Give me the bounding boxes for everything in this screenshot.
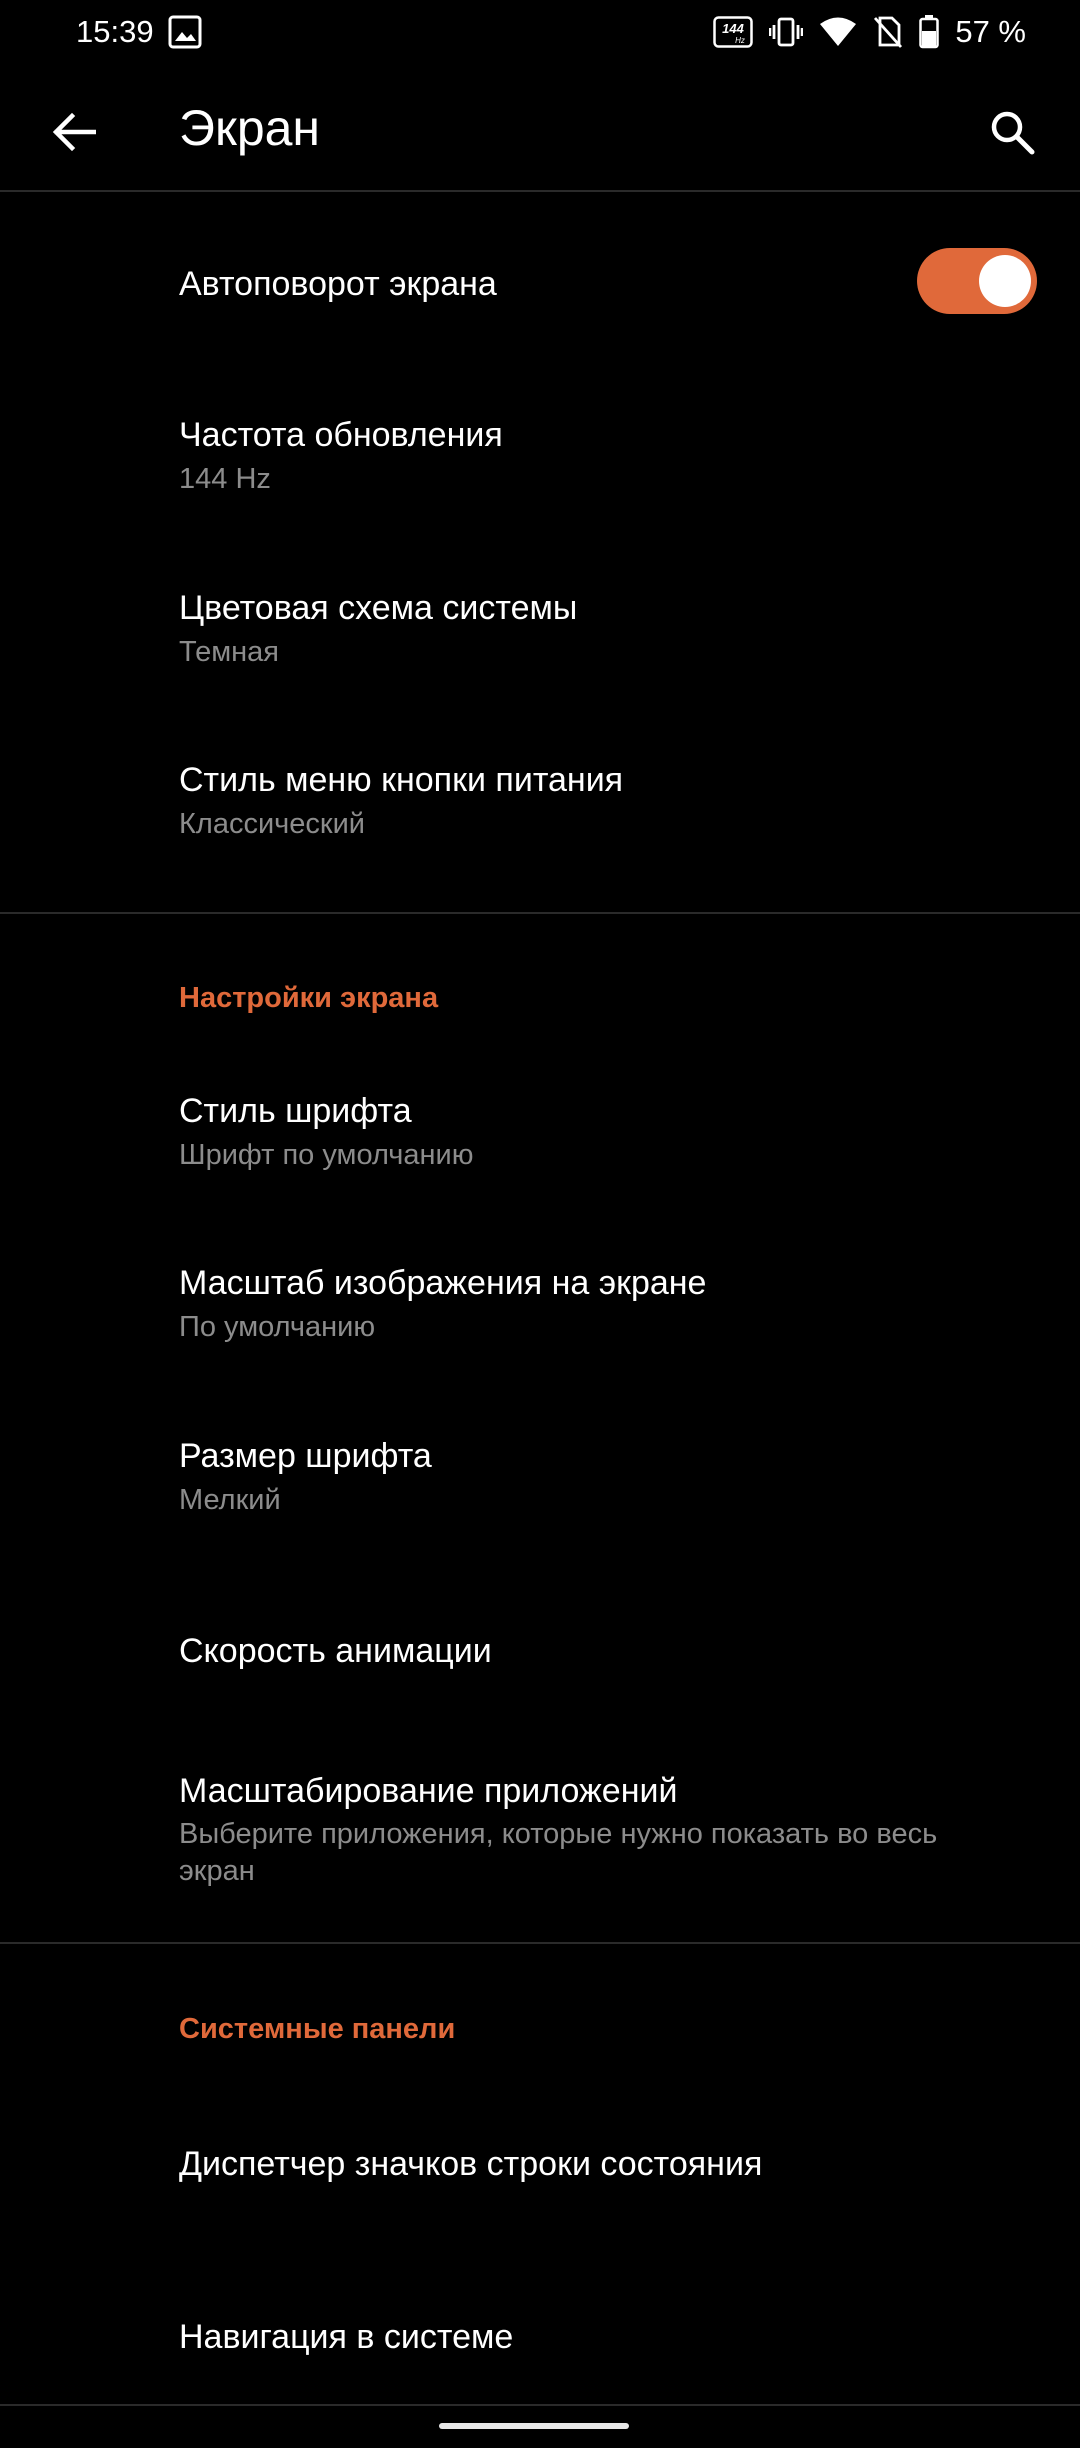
status-time: 15:39	[76, 14, 154, 49]
setting-summary: Мелкий	[179, 1484, 281, 1516]
divider	[0, 1942, 1080, 1944]
auto-rotate-toggle[interactable]	[917, 248, 1037, 314]
setting-app-scaling[interactable]: Масштабирование приложений Выберите прил…	[0, 1728, 1080, 1942]
wifi-icon	[820, 17, 857, 46]
gallery-icon	[168, 15, 202, 49]
battery-level: 57 %	[955, 14, 1026, 49]
setting-title: Масштаб изображения на экране	[179, 1264, 707, 1302]
setting-title: Стиль меню кнопки питания	[179, 761, 624, 799]
setting-title: Автоповорот экрана	[179, 265, 497, 303]
app-bar: Экран	[0, 64, 1080, 192]
setting-title: Навигация в системе	[179, 2318, 514, 2356]
setting-status-bar-icons[interactable]: Диспетчер значков строки состояния	[0, 2090, 1080, 2262]
divider	[0, 2404, 1080, 2406]
setting-title: Цветовая схема системы	[179, 589, 578, 627]
setting-title: Диспетчер значков строки состояния	[179, 2145, 763, 2183]
back-button[interactable]	[36, 94, 112, 170]
setting-color-scheme[interactable]: Цветовая схема системы Темная	[0, 542, 1080, 716]
refresh-rate-unit: Hz	[735, 36, 745, 45]
vibrate-icon	[769, 17, 804, 47]
setting-animation-speed[interactable]: Скорость анимации	[0, 1582, 1080, 1728]
section-header-panels: Системные панели	[179, 2013, 456, 2045]
setting-title: Масштабирование приложений	[179, 1772, 678, 1810]
home-indicator[interactable]	[439, 2423, 629, 2429]
setting-summary: Шрифт по умолчанию	[179, 1139, 474, 1171]
status-bar: 15:39 144 Hz 57 %	[0, 0, 1080, 64]
refresh-rate-value: 144	[722, 21, 744, 36]
no-sim-icon	[874, 16, 903, 48]
setting-summary: Темная	[179, 636, 279, 668]
section-header-display: Настройки экрана	[179, 982, 439, 1014]
setting-summary: Классический	[179, 808, 365, 840]
setting-title: Частота обновления	[179, 416, 503, 454]
setting-summary: Выберите приложения, которые нужно показ…	[179, 1818, 938, 1887]
setting-refresh-rate[interactable]: Частота обновления 144 Hz	[0, 370, 1080, 542]
setting-title: Скорость анимации	[179, 1632, 492, 1670]
divider	[0, 912, 1080, 914]
search-icon	[991, 111, 1035, 155]
status-icons: 144 Hz 57 %	[713, 12, 1026, 52]
arrow-back-icon	[52, 112, 96, 152]
setting-summary: 144 Hz	[179, 463, 271, 495]
setting-summary: По умолчанию	[179, 1311, 376, 1343]
setting-font-size[interactable]: Размер шрифта Мелкий	[0, 1410, 1080, 1582]
setting-power-menu-style[interactable]: Стиль меню кнопки питания Классический	[0, 716, 1080, 912]
setting-title: Размер шрифта	[179, 1437, 432, 1475]
search-button[interactable]	[974, 94, 1050, 170]
setting-system-navigation[interactable]: Навигация в системе	[0, 2262, 1080, 2412]
page-title: Экран	[179, 100, 321, 156]
refresh-rate-icon: 144 Hz	[713, 16, 754, 48]
toggle-knob	[979, 255, 1031, 307]
setting-title: Стиль шрифта	[179, 1092, 412, 1130]
battery-icon	[919, 15, 940, 49]
setting-display-size[interactable]: Масштаб изображения на экране По умолчан…	[0, 1236, 1080, 1410]
setting-font-style[interactable]: Стиль шрифта Шрифт по умолчанию	[0, 1064, 1080, 1236]
